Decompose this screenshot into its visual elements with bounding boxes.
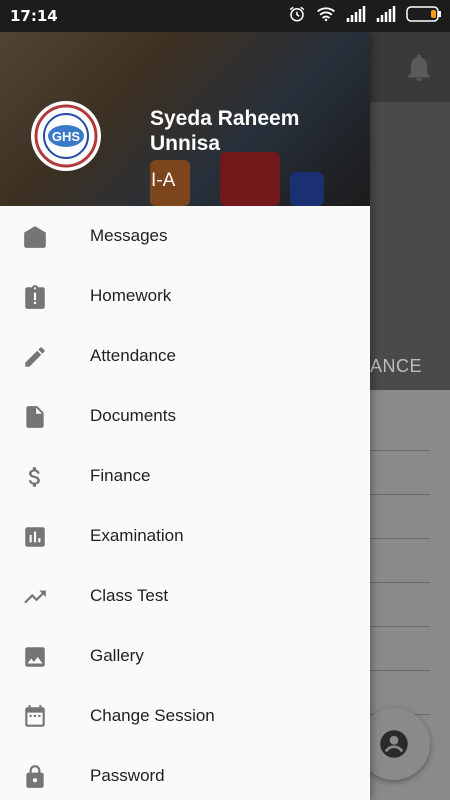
menu-label: Class Test	[90, 586, 169, 605]
pencil-icon	[25, 347, 45, 367]
menu-item-finance[interactable]: Finance	[0, 446, 370, 506]
account-circle-icon	[380, 730, 408, 758]
drawer-menu: Messages Homework Attendance Documents F…	[0, 206, 370, 800]
wifi-icon	[317, 7, 335, 22]
menu-item-examination[interactable]: Examination	[0, 506, 370, 566]
status-time: 17:14	[10, 7, 58, 25]
list-divider	[370, 494, 430, 495]
signal-icon-2	[376, 6, 396, 22]
menu-item-gallery[interactable]: Gallery	[0, 626, 370, 686]
school-logo: GHS	[31, 101, 101, 171]
bar-chart-icon	[25, 527, 45, 547]
clipboard-alert-icon	[25, 285, 45, 309]
menu-item-documents[interactable]: Documents	[0, 386, 370, 446]
menu-label: Homework	[90, 286, 172, 305]
list-divider	[370, 582, 430, 583]
menu-label: Finance	[90, 466, 151, 485]
menu-label: Messages	[90, 226, 168, 245]
drawer-header: GHS Syeda Raheem Unnisa I-A	[0, 32, 370, 206]
menu-item-password[interactable]: Password	[0, 746, 370, 800]
menu-item-class-test[interactable]: Class Test	[0, 566, 370, 626]
image-icon	[25, 647, 45, 667]
user-class: I-A	[151, 170, 176, 191]
menu-label: Documents	[90, 406, 176, 425]
menu-item-attendance[interactable]: Attendance	[0, 326, 370, 386]
alarm-icon	[289, 6, 305, 22]
document-icon	[26, 406, 44, 428]
signal-icon	[346, 6, 366, 22]
menu-label: Examination	[90, 526, 184, 545]
menu-label: Attendance	[90, 346, 177, 365]
menu-item-change-session[interactable]: Change Session	[0, 686, 370, 746]
navigation-drawer: GHS Syeda Raheem Unnisa I-A Messages Hom…	[0, 32, 370, 800]
app-tab-partial[interactable]: ANCE	[370, 356, 422, 377]
calendar-icon	[25, 705, 45, 727]
list-divider	[370, 538, 430, 539]
list-divider	[370, 670, 430, 671]
menu-item-homework[interactable]: Homework	[0, 266, 370, 326]
dollar-icon	[28, 467, 40, 487]
trending-up-icon	[24, 590, 46, 604]
user-name: Syeda Raheem Unnisa	[150, 107, 300, 155]
status-bar: 17:14	[0, 0, 450, 32]
menu-label: Gallery	[90, 646, 144, 665]
status-icons	[288, 5, 442, 23]
menu-label: Password	[90, 766, 165, 785]
logo-text: GHS	[52, 129, 81, 144]
menu-item-messages[interactable]: Messages	[0, 206, 370, 266]
lock-icon	[26, 765, 44, 788]
battery-icon	[406, 6, 441, 22]
bell-icon[interactable]	[406, 54, 432, 82]
menu-label: Change Session	[90, 706, 215, 725]
list-divider	[370, 626, 430, 627]
mail-icon	[24, 226, 46, 248]
list-divider	[370, 450, 430, 451]
